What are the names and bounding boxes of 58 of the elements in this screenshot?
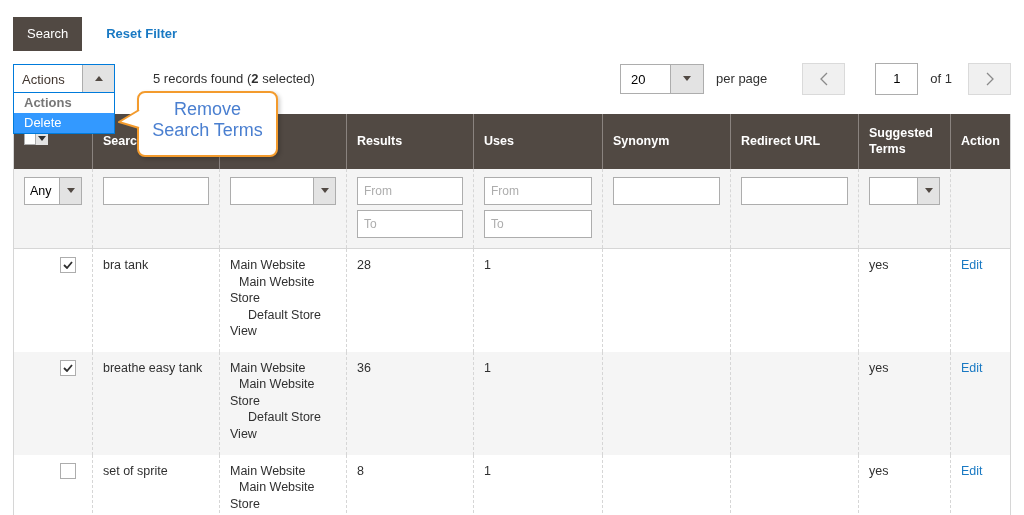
input-field[interactable]: To	[357, 209, 463, 238]
store-name: Main Website Store	[230, 479, 316, 512]
suggested-terms: yes	[869, 463, 889, 478]
chevron-left-icon	[819, 71, 828, 86]
page-number-field[interactable]: 1	[875, 62, 919, 95]
reset-filter-link[interactable]: Reset Filter	[106, 24, 177, 44]
caret-icon	[683, 76, 691, 81]
uses-count: 1	[484, 258, 491, 272]
store-name: Main Website	[230, 359, 307, 376]
checkbox[interactable]	[60, 462, 76, 479]
input-field[interactable]: To	[484, 209, 592, 238]
checkmark-icon	[63, 261, 73, 269]
store-name: Main Website	[230, 257, 307, 274]
store-name: Default Store View	[230, 306, 322, 340]
results-count: 8	[357, 463, 364, 478]
caret-icon	[320, 188, 329, 193]
checkmark-icon	[63, 363, 73, 372]
previous-page-button[interactable]	[802, 62, 846, 95]
caret-icon	[94, 76, 103, 81]
input-field[interactable]	[103, 176, 209, 205]
results-count: 36	[357, 360, 371, 375]
search-query: bra tank	[103, 258, 149, 272]
column-header[interactable]: Action	[961, 133, 1000, 149]
next-page-button[interactable]	[968, 62, 1011, 95]
suggested-terms: yes	[869, 258, 889, 272]
select-field[interactable]	[869, 176, 940, 205]
edit-link[interactable]: Edit	[961, 463, 983, 478]
records-count: 5 records found (2 selected)	[153, 69, 315, 88]
checkbox[interactable]	[60, 359, 76, 376]
actions-dropdown[interactable]: Actions	[13, 64, 115, 93]
results-count: 28	[357, 258, 371, 272]
uses-count: 1	[484, 463, 491, 478]
search-query: set of sprite	[103, 463, 168, 478]
per-page-select[interactable]: 20	[620, 63, 704, 94]
search-button[interactable]: Search	[13, 17, 83, 51]
input-field[interactable]: From	[357, 176, 463, 205]
search-query: breathe easy tank	[103, 360, 203, 375]
input-field[interactable]	[613, 176, 720, 205]
caret-icon	[66, 188, 75, 193]
per-page-label: per page	[716, 69, 768, 88]
select-field[interactable]: Any	[24, 176, 82, 205]
uses-count: 1	[484, 360, 491, 375]
page-count: of 1	[930, 69, 952, 88]
input-field[interactable]: From	[484, 176, 592, 205]
caret-icon	[924, 188, 933, 193]
input-field[interactable]	[741, 176, 848, 205]
select-field[interactable]	[230, 176, 336, 205]
store-name: Default Store View	[230, 409, 322, 442]
edit-link[interactable]: Edit	[961, 258, 983, 272]
callout: Remove Search Terms	[137, 91, 278, 157]
edit-link[interactable]: Edit	[961, 360, 983, 375]
callout-pointer	[118, 108, 140, 130]
suggested-terms: yes	[869, 360, 889, 375]
store-name: Main Website Store	[230, 273, 316, 307]
store-name: Main Website	[230, 462, 307, 479]
checkbox[interactable]	[60, 257, 76, 273]
chevron-right-icon	[985, 71, 994, 86]
store-name: Main Website Store	[230, 376, 316, 409]
